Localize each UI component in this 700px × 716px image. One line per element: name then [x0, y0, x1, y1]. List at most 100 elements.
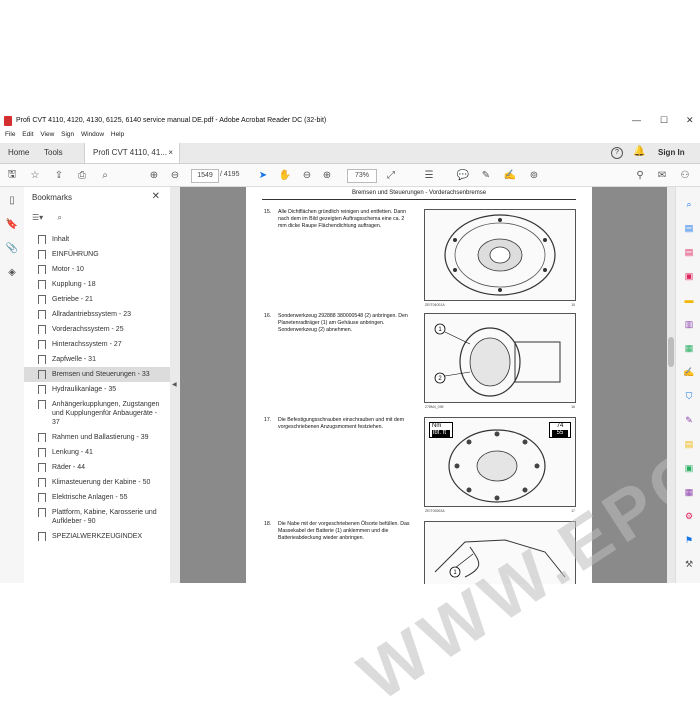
sign-in-button[interactable]: Sign In — [658, 148, 685, 157]
bookmark-options-icon[interactable]: ☰▾ — [32, 213, 43, 222]
collapse-left-icon[interactable]: ◀ — [172, 381, 177, 388]
left-nav-rail: ▯ 🔖 📎 ◈ — [0, 187, 25, 583]
add-user-icon[interactable]: ⚇ — [678, 168, 692, 182]
send-review-icon[interactable]: ▤ — [683, 439, 695, 451]
protect-icon[interactable]: ⛉ — [683, 391, 695, 403]
scrollbar-thumb[interactable] — [668, 337, 674, 367]
bookmark-item[interactable]: Vorderachssystem - 25 — [24, 322, 170, 337]
tab-tools[interactable]: Tools — [36, 143, 71, 163]
bookmark-label: Kupplung - 18 — [52, 281, 96, 288]
draw-icon[interactable]: ✍ — [503, 168, 517, 182]
export-pdf-icon[interactable]: ▤ — [683, 223, 695, 235]
page-number-input[interactable]: 1549 — [191, 169, 219, 183]
panel-splitter[interactable]: ◀ — [170, 187, 180, 583]
action-wizard-icon[interactable]: ▦ — [683, 487, 695, 499]
print-icon[interactable]: ⎙ — [75, 168, 89, 182]
fill-sign-icon[interactable]: ✍ — [683, 367, 695, 379]
bookmark-item[interactable]: Bremsen und Steuerungen - 33 — [24, 367, 170, 382]
hand-tool-icon[interactable]: ✋ — [278, 168, 292, 182]
bookmark-item[interactable]: Motor - 10 — [24, 262, 170, 277]
comment-icon[interactable]: 💬 — [456, 168, 470, 182]
fit-page-icon[interactable]: ⤢ — [384, 168, 398, 182]
edit-pdf-icon[interactable]: ▦ — [683, 343, 695, 355]
bookmark-item[interactable]: Hydraulikanlage - 35 — [24, 382, 170, 397]
print-production-icon[interactable]: ⚙ — [683, 511, 695, 523]
maximize-button[interactable]: ☐ — [660, 115, 668, 126]
tab-document[interactable]: Profi CVT 4110, 41... × — [84, 143, 180, 163]
email-icon[interactable]: ✉ — [655, 168, 669, 182]
bookmark-item[interactable]: Inhalt — [24, 232, 170, 247]
document-view[interactable]: Bremsen und Steuerungen - Vorderachsenbr… — [180, 187, 700, 715]
notification-bell-icon[interactable]: 🔔 — [633, 146, 645, 157]
menu-window[interactable]: Window — [81, 131, 104, 138]
bookmark-item[interactable]: Plattform, Kabine, Karosserie und Aufkle… — [24, 505, 170, 529]
bookmark-item[interactable]: Getriebe - 21 — [24, 292, 170, 307]
bookmark-label: Hydraulikanlage - 35 — [52, 386, 117, 393]
bookmark-item[interactable]: Zapfwelle - 31 — [24, 352, 170, 367]
acrobat-window: Profi CVT 4110, 4120, 4130, 6125, 6140 s… — [0, 111, 700, 715]
vertical-scrollbar[interactable] — [667, 187, 675, 583]
bookmark-item[interactable]: SPEZIALWERKZEUGINDEX — [24, 529, 170, 544]
organize-pages-icon[interactable]: ▥ — [683, 319, 695, 331]
tab-close-icon[interactable]: × — [168, 143, 173, 163]
menu-file[interactable]: File — [5, 131, 15, 138]
bookmark-icon — [38, 325, 46, 334]
attachments-icon[interactable]: 📎 — [5, 243, 19, 257]
share-icon[interactable]: ⚲ — [633, 168, 647, 182]
next-page-icon[interactable]: ⊖ — [168, 168, 182, 182]
menu-edit[interactable]: Edit — [22, 131, 33, 138]
bookmark-item[interactable]: Klimasteuerung der Kabine - 50 — [24, 475, 170, 490]
bookmark-icon — [38, 235, 46, 244]
bookmark-label: SPEZIALWERKZEUGINDEX — [52, 533, 143, 540]
minimize-button[interactable]: — — [632, 115, 641, 125]
tab-home[interactable]: Home — [0, 143, 37, 163]
customize-icon[interactable]: ⚒ — [683, 559, 695, 571]
bookmark-label: Klimasteuerung der Kabine - 50 — [52, 479, 151, 486]
bookmark-icon — [38, 508, 46, 517]
send-signature-icon[interactable]: ✎ — [683, 415, 695, 427]
bookmark-item[interactable]: Allradantriebssystem - 23 — [24, 307, 170, 322]
bookmark-label: Elektrische Anlagen - 55 — [52, 494, 128, 501]
find-bookmark-icon[interactable]: ⌕ — [57, 213, 61, 222]
stamp-icon[interactable]: ⊚ — [527, 168, 541, 182]
page-thumbnails-icon[interactable]: ▯ — [5, 195, 19, 209]
select-cursor-icon[interactable]: ➤ — [256, 168, 270, 182]
enhance-scan-icon[interactable]: ⌕ — [683, 199, 695, 211]
create-pdf-icon[interactable]: ▤ — [683, 247, 695, 259]
bookmarks-icon[interactable]: 🔖 — [5, 219, 19, 233]
prev-page-icon[interactable]: ⊕ — [147, 168, 161, 182]
highlight-pen-icon[interactable]: ✎ — [479, 168, 493, 182]
menu-sign[interactable]: Sign — [61, 131, 74, 138]
bookmark-item[interactable]: Lenkung - 41 — [24, 445, 170, 460]
scroll-mode-icon[interactable]: ☰ — [422, 168, 436, 182]
bookmark-icon — [38, 478, 46, 487]
bookmark-item[interactable]: Anhängerkupplungen, Zugstangen und Kuppl… — [24, 397, 170, 430]
bookmark-item[interactable]: Elektrische Anlagen - 55 — [24, 490, 170, 505]
combine-files-icon[interactable]: ▣ — [683, 271, 695, 283]
bookmark-options: ☰▾ ⌕ — [32, 213, 62, 223]
save-icon[interactable]: 🖫 — [5, 168, 19, 182]
close-button[interactable]: ✕ — [686, 115, 694, 126]
menu-view[interactable]: View — [40, 131, 54, 138]
certificates-icon[interactable]: ⚑ — [683, 535, 695, 547]
bookmark-item[interactable]: Rahmen und Ballastierung - 39 — [24, 430, 170, 445]
zoom-out-icon[interactable]: ⊖ — [300, 168, 314, 182]
layers-icon[interactable]: ◈ — [5, 267, 19, 281]
close-icon[interactable]: ✕ — [152, 191, 160, 202]
bookmark-item[interactable]: Räder - 44 — [24, 460, 170, 475]
more-tools-icon[interactable]: ▣ — [683, 463, 695, 475]
bookmark-item[interactable]: Kupplung - 18 — [24, 277, 170, 292]
page-header: Bremsen und Steuerungen - Vorderachsenbr… — [351, 190, 487, 196]
bookmark-item[interactable]: Hinterachssystem - 27 — [24, 337, 170, 352]
search-icon[interactable]: ⌕ — [98, 168, 112, 182]
unit-lbft: lbf. ft — [432, 430, 450, 437]
upload-icon[interactable]: ⇪ — [52, 168, 66, 182]
menu-help[interactable]: Help — [111, 131, 124, 138]
help-icon[interactable]: ? — [611, 147, 623, 159]
torque-unit-label: Nm lbf. ft — [429, 422, 453, 438]
zoom-in-icon[interactable]: ⊕ — [320, 168, 334, 182]
zoom-select[interactable]: 73% — [347, 169, 377, 183]
bookmark-item[interactable]: EINFÜHRUNG — [24, 247, 170, 262]
star-icon[interactable]: ☆ — [28, 168, 42, 182]
comment-tool-icon[interactable]: ▬ — [683, 295, 695, 307]
